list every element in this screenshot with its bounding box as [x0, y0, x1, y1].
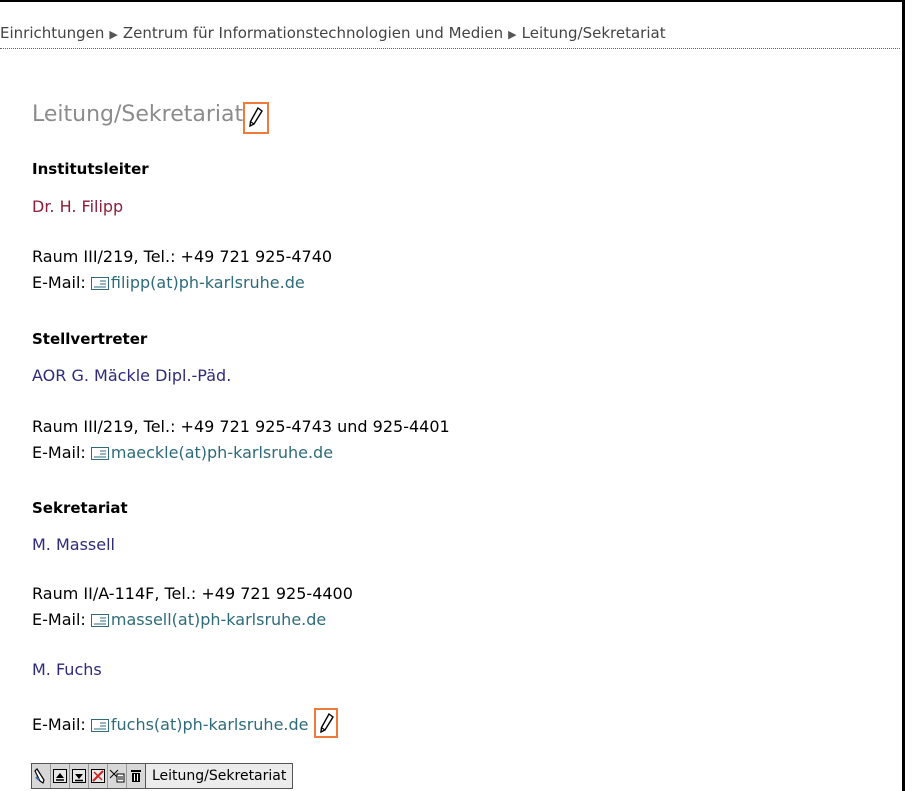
cms-toolbar: Leitung/Sekretariat	[31, 763, 294, 789]
edit-icon	[34, 768, 45, 784]
page-title: Leitung/Sekretariat	[32, 102, 270, 134]
email-address[interactable]: maeckle(at)ph-karlsruhe.de	[111, 443, 333, 462]
breadcrumb-item-current[interactable]: Leitung/Sekretariat	[522, 24, 666, 42]
edit-button[interactable]	[32, 764, 51, 788]
toolbar-element-label: Leitung/Sekretariat	[145, 764, 293, 788]
mail-icon	[90, 447, 109, 460]
section-heading-leiter: Institutsleiter	[32, 160, 149, 178]
email-label: E-Mail:	[32, 273, 86, 292]
mail-icon	[90, 277, 109, 290]
move-down-icon	[72, 769, 86, 783]
move-up-icon	[53, 769, 67, 783]
breadcrumb-separator-icon: ▶	[109, 28, 118, 41]
contact-email-row-massell: E-Mail: massell(at)ph-karlsruhe.de	[32, 610, 326, 629]
section-heading-sekretariat: Sekretariat	[32, 499, 128, 517]
content-edit-button[interactable]	[313, 708, 338, 738]
cut-icon	[109, 769, 125, 783]
pencil-icon	[249, 107, 264, 127]
person-name-massell[interactable]: M. Massell	[32, 535, 115, 554]
move-up-button[interactable]	[51, 764, 70, 788]
contact-room-maeckle: Raum III/219, Tel.: +49 721 925-4743 und…	[32, 417, 450, 436]
hide-icon	[91, 769, 105, 783]
delete-icon	[131, 770, 141, 782]
contact-email-row-filipp: E-Mail: filipp(at)ph-karlsruhe.de	[32, 273, 305, 292]
section-heading-vertreter: Stellvertreter	[32, 330, 148, 348]
breadcrumb-separator-icon: ▶	[508, 28, 517, 41]
email-address[interactable]: filipp(at)ph-karlsruhe.de	[111, 273, 305, 292]
contact-email-row-maeckle: E-Mail: maeckle(at)ph-karlsruhe.de	[32, 443, 333, 462]
mail-icon	[90, 719, 109, 732]
email-label: E-Mail:	[32, 443, 86, 462]
email-link-filipp[interactable]: filipp(at)ph-karlsruhe.de	[90, 273, 305, 292]
email-link-fuchs[interactable]: fuchs(at)ph-karlsruhe.de	[90, 715, 314, 734]
person-name-maeckle[interactable]: AOR G. Mäckle Dipl.-Päd.	[32, 366, 231, 385]
title-edit-button[interactable]	[243, 102, 270, 134]
pencil-icon	[319, 713, 334, 733]
person-name-fuchs[interactable]: M. Fuchs	[32, 660, 102, 679]
contact-room-filipp: Raum III/219, Tel.: +49 721 925-4740	[32, 247, 333, 266]
person-name-filipp[interactable]: Dr. H. Filipp	[32, 197, 123, 216]
page-title-text: Leitung/Sekretariat	[32, 102, 244, 127]
contact-room-massell: Raum II/A-114F, Tel.: +49 721 925-4400	[32, 584, 353, 603]
breadcrumb-item-zim[interactable]: Zentrum für Informationstechnologien und…	[123, 24, 503, 42]
contact-email-row-fuchs: E-Mail: fuchs(at)ph-karlsruhe.de	[32, 708, 338, 738]
mail-icon	[90, 614, 109, 627]
email-link-maeckle[interactable]: maeckle(at)ph-karlsruhe.de	[90, 443, 333, 462]
breadcrumb-item-einrichtungen[interactable]: Einrichtungen	[0, 24, 104, 42]
delete-button[interactable]	[127, 764, 145, 788]
hide-button[interactable]	[89, 764, 108, 788]
email-link-massell[interactable]: massell(at)ph-karlsruhe.de	[90, 610, 326, 629]
breadcrumb: Einrichtungen ▶ Zentrum für Informationste…	[0, 24, 900, 49]
email-address[interactable]: massell(at)ph-karlsruhe.de	[111, 610, 326, 629]
move-down-button[interactable]	[70, 764, 89, 788]
email-label: E-Mail:	[32, 715, 86, 734]
cut-button[interactable]	[108, 764, 127, 788]
email-address[interactable]: fuchs(at)ph-karlsruhe.de	[111, 715, 309, 734]
email-label: E-Mail:	[32, 610, 86, 629]
